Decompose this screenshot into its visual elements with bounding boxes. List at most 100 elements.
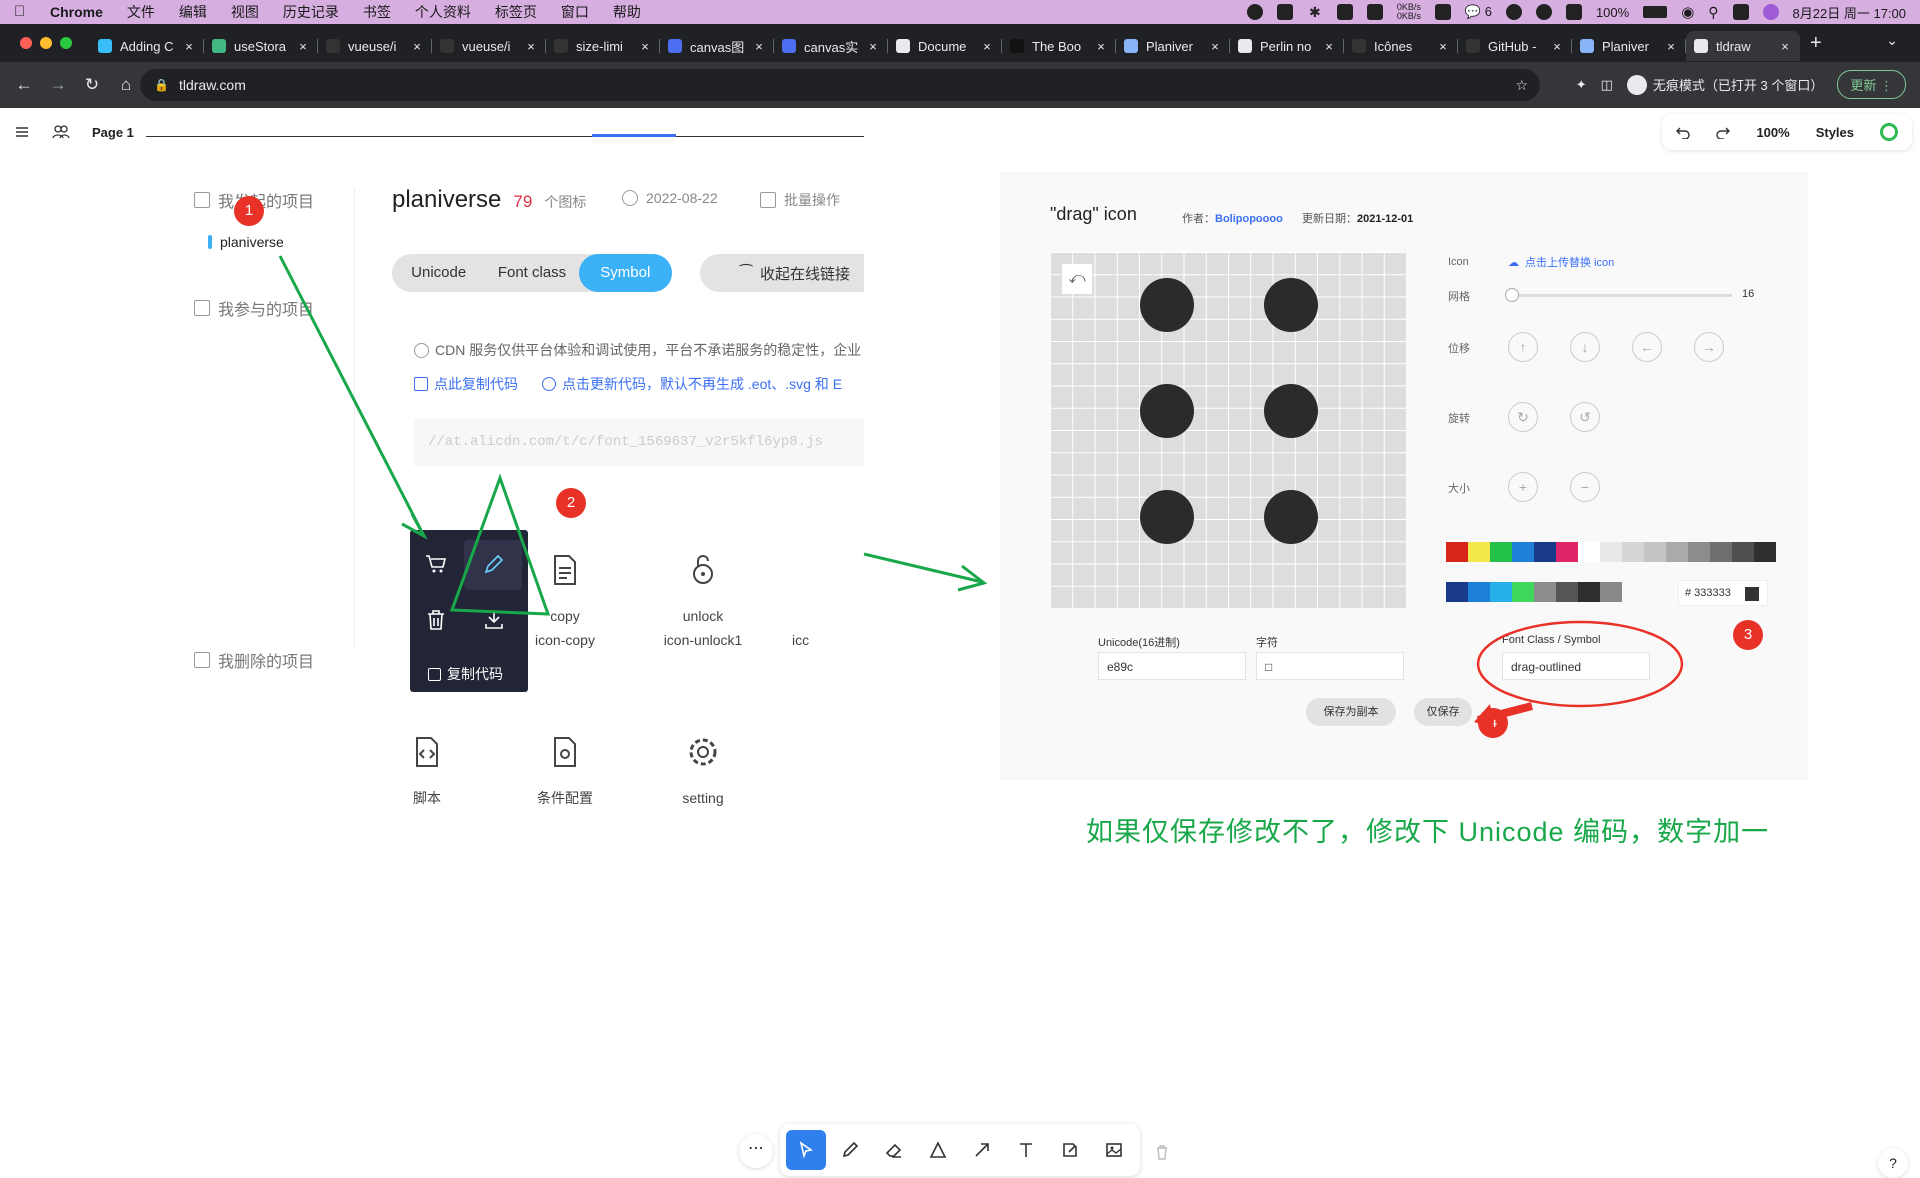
notification-count[interactable]: 💬 6 [1465,4,1492,20]
update-label: 更新 [1850,78,1877,93]
menubar-item-tabs[interactable]: 标签页 [495,2,537,22]
reload-button[interactable]: ↻ [82,75,102,95]
browser-tab[interactable]: The Boo × [1002,31,1116,61]
tab-title: vueuse/i [462,38,511,54]
menubar-item-file[interactable]: 文件 [127,2,155,22]
tab-close-icon[interactable]: × [638,39,652,54]
menubar-item-edit[interactable]: 编辑 [179,2,207,22]
image-tool[interactable] [1094,1130,1134,1170]
select-tool[interactable] [786,1130,826,1170]
tab-close-icon[interactable]: × [410,39,424,54]
browser-tab[interactable]: vueuse/i × [318,31,432,61]
browser-tab[interactable]: useStora × [204,31,318,61]
tab-close-icon[interactable]: × [1778,39,1792,54]
tab-title: size-limi [576,38,623,54]
new-tab-button[interactable]: + [1810,32,1822,55]
menubar-item-profiles[interactable]: 个人资料 [415,2,471,22]
tab-close-icon[interactable]: × [1322,39,1336,54]
browser-tab[interactable]: Perlin no × [1230,31,1344,61]
tldraw-toolbar [780,1124,1140,1176]
tab-close-icon[interactable]: × [296,39,310,54]
shape-tool[interactable] [918,1130,958,1170]
forward-button[interactable]: → [48,75,68,95]
browser-tab[interactable]: Planiver × [1572,31,1686,61]
tab-title: Adding C [120,38,174,54]
clipboard-icon[interactable] [1434,4,1451,20]
tab-close-icon[interactable]: × [980,39,994,54]
red-arrowhead [1474,704,1494,728]
browser-tab[interactable]: vueuse/i × [432,31,546,61]
cursor-icon [799,1141,813,1159]
net-down: 0KB/s [1396,11,1421,21]
browser-tab[interactable]: Docume × [888,31,1002,61]
draw-tool[interactable] [830,1130,870,1170]
more-tools-button[interactable]: ⋯ [739,1134,773,1168]
tab-title: The Boo [1032,38,1082,54]
browser-tab[interactable]: GitHub - × [1458,31,1572,61]
text-tool[interactable] [1006,1130,1046,1170]
url-text[interactable]: tldraw.com [179,77,246,93]
extensions-icon[interactable]: ✦ [1576,77,1587,93]
browser-tab[interactable]: canvas实 × [774,31,888,61]
browser-tab[interactable]: Adding C × [90,31,204,61]
browser-tab[interactable]: size-limi × [546,31,660,61]
browser-tab[interactable]: canvas图 × [660,31,774,61]
bluetooth-icon[interactable]: ✱ [1307,4,1323,20]
help-button[interactable]: ? [1878,1148,1908,1178]
tab-search-chevron-icon[interactable]: ⌄ [1886,32,1898,49]
s-app-icon[interactable] [1336,4,1353,20]
browser-tab[interactable]: tldraw × [1686,31,1800,61]
tab-close-icon[interactable]: × [1208,39,1222,54]
bookmark-star-icon[interactable]: ☆ [1515,77,1528,94]
minimize-window-button[interactable] [40,37,52,49]
menubar-item-view[interactable]: 视图 [231,2,259,22]
face-icon[interactable] [1246,4,1263,20]
battery-icon[interactable] [1643,6,1668,18]
green-arrow-to-hover-card [278,255,426,537]
wifi-icon[interactable]: ◉ [1681,3,1694,21]
zoom-window-button[interactable] [60,37,72,49]
tab-title: canvas实 [804,39,859,55]
mac-menubar:  Chrome 文件 编辑 视图 历史记录 书签 个人资料 标签页 窗口 帮助… [0,0,1920,24]
omnibox[interactable]: 🔒 tldraw.com ☆ [140,69,1540,101]
headphones-icon[interactable] [1505,4,1522,20]
menubar-item-bookmarks[interactable]: 书签 [363,2,391,22]
incognito-indicator[interactable]: 无痕模式（已打开 3 个窗口） [1626,74,1823,95]
red-highlight-ellipse [1476,620,1684,708]
apple-icon[interactable]:  [14,0,36,24]
wechat-icon[interactable] [1535,4,1552,20]
menubar-item-window[interactable]: 窗口 [561,2,589,22]
back-button[interactable]: ← [14,75,34,95]
menubar-item-history[interactable]: 历史记录 [283,2,339,22]
tldraw-canvas[interactable]: Page 1 100% Styles 我发起的项目 planiverse 我参与… [0,108,1920,1178]
arrow-tool[interactable] [962,1130,1002,1170]
browser-tab[interactable]: Icônes × [1344,31,1458,61]
menubar-clock[interactable]: 8月22日 周一 17:00 [1793,3,1906,22]
tab-close-icon[interactable]: × [524,39,538,54]
eraser-tool[interactable] [874,1130,914,1170]
tab-close-icon[interactable]: × [1550,39,1564,54]
tab-close-icon[interactable]: × [866,39,880,54]
side-panel-icon[interactable]: ◫ [1601,77,1613,93]
tab-close-icon[interactable]: × [1094,39,1108,54]
siri-icon[interactable] [1762,4,1779,20]
sticky-note-icon [1063,1143,1077,1157]
close-window-button[interactable] [20,37,32,49]
search-icon[interactable]: ⚲ [1708,4,1718,21]
lock-icon[interactable]: 🔒 [154,78,169,92]
tab-close-icon[interactable]: × [752,39,766,54]
note-tool[interactable] [1050,1130,1090,1170]
tab-close-icon[interactable]: × [182,39,196,54]
home-button[interactable]: ⌂ [116,75,136,95]
browser-tab[interactable]: Planiver × [1116,31,1230,61]
update-button[interactable]: 更新 ⋮ [1837,70,1906,99]
grid-app-icon[interactable] [1276,4,1293,20]
tab-close-icon[interactable]: × [1664,39,1678,54]
tab-close-icon[interactable]: × [1436,39,1450,54]
cat-icon[interactable] [1366,4,1383,20]
delete-trash-icon[interactable] [1152,1142,1172,1162]
control-center-icon[interactable] [1732,4,1749,20]
mixer-icon[interactable] [1565,4,1582,20]
menubar-app-name[interactable]: Chrome [50,4,103,20]
menubar-item-help[interactable]: 帮助 [613,2,641,22]
